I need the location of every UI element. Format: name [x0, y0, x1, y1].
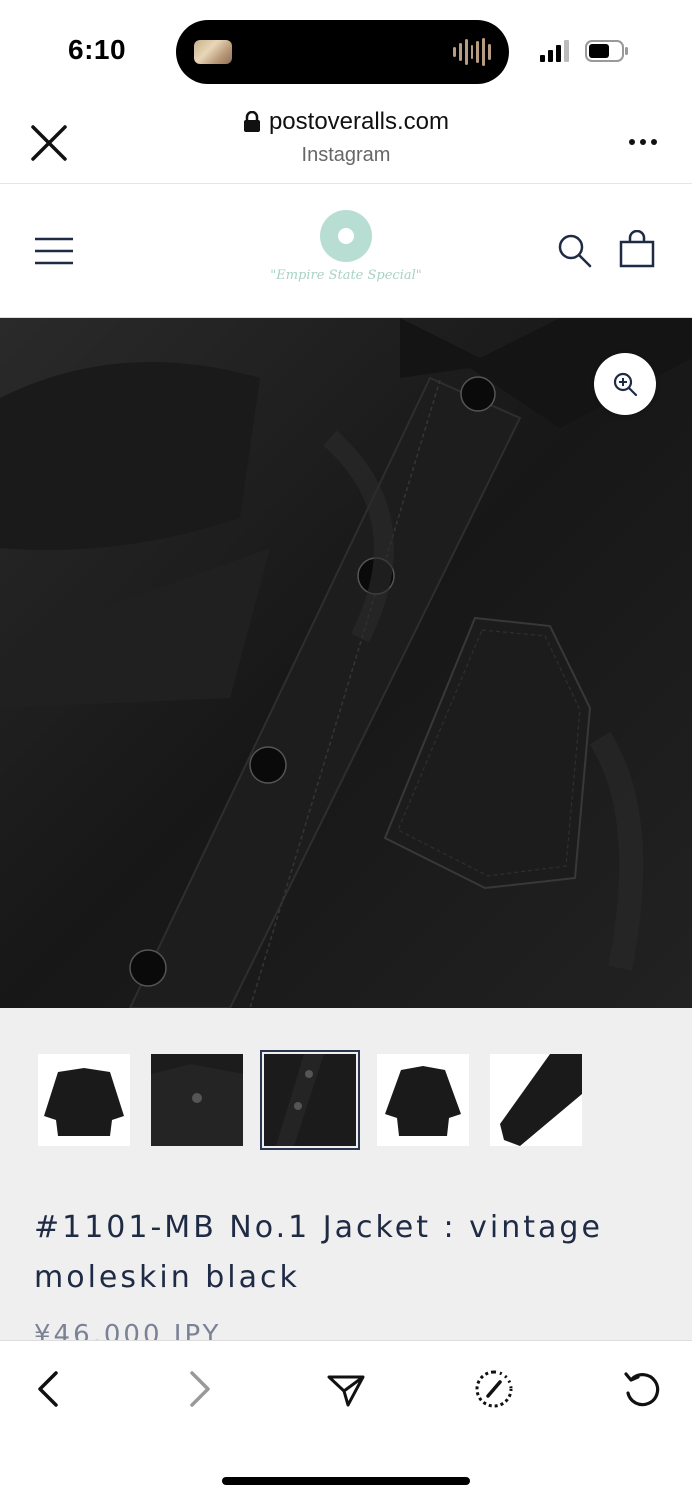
in-app-browser-bar: postoveralls.com Instagram	[0, 100, 692, 184]
product-image[interactable]	[0, 318, 692, 1008]
thumbnail-front-view[interactable]	[38, 1054, 130, 1146]
site-header: "Empire State Special"	[0, 184, 692, 318]
thumbnail-button-detail[interactable]	[260, 1050, 360, 1150]
lock-icon	[243, 111, 260, 132]
search-icon[interactable]	[556, 232, 592, 268]
zoom-in-icon	[613, 372, 638, 397]
audio-waveform-icon	[453, 38, 492, 66]
forward-arrow-icon[interactable]	[178, 1369, 218, 1409]
jacket-photo	[0, 318, 692, 1008]
thumbnail-back-view[interactable]	[377, 1054, 469, 1146]
clock: 6:10	[68, 34, 127, 65]
thumbnail-collar-view[interactable]	[151, 1054, 243, 1146]
product-info-area: #1101-MB No.1 Jacket : vintage moleskin …	[0, 1008, 692, 1342]
dynamic-island[interactable]	[176, 20, 509, 84]
hamburger-menu-icon[interactable]	[34, 236, 74, 266]
status-bar: 6:10	[0, 0, 692, 100]
back-arrow-icon[interactable]	[30, 1369, 70, 1409]
speed-icon[interactable]	[474, 1369, 514, 1409]
more-icon[interactable]	[628, 130, 658, 154]
product-title: #1101-MB No.1 Jacket : vintage moleskin …	[34, 1210, 603, 1295]
logo-emblem	[320, 210, 372, 262]
page-url: postoveralls.com	[268, 108, 450, 135]
browser-toolbar	[0, 1340, 692, 1500]
battery-icon	[585, 40, 628, 62]
thumbnail-cuff-detail[interactable]	[490, 1054, 582, 1146]
product-price: ¥46,000 JPY	[34, 1320, 222, 1342]
shopping-bag-icon[interactable]	[618, 230, 656, 268]
site-logo[interactable]: "Empire State Special"	[266, 208, 426, 298]
home-indicator[interactable]	[222, 1477, 470, 1485]
reload-icon[interactable]	[622, 1369, 662, 1409]
signal-icon	[540, 40, 569, 62]
address-display[interactable]: postoveralls.com Instagram	[0, 108, 692, 167]
zoom-button[interactable]	[594, 353, 656, 415]
logo-tagline: "Empire State Special"	[270, 268, 422, 283]
source-app-label: Instagram	[301, 144, 391, 166]
now-playing-thumbnail	[194, 40, 232, 64]
share-icon[interactable]	[326, 1369, 366, 1409]
